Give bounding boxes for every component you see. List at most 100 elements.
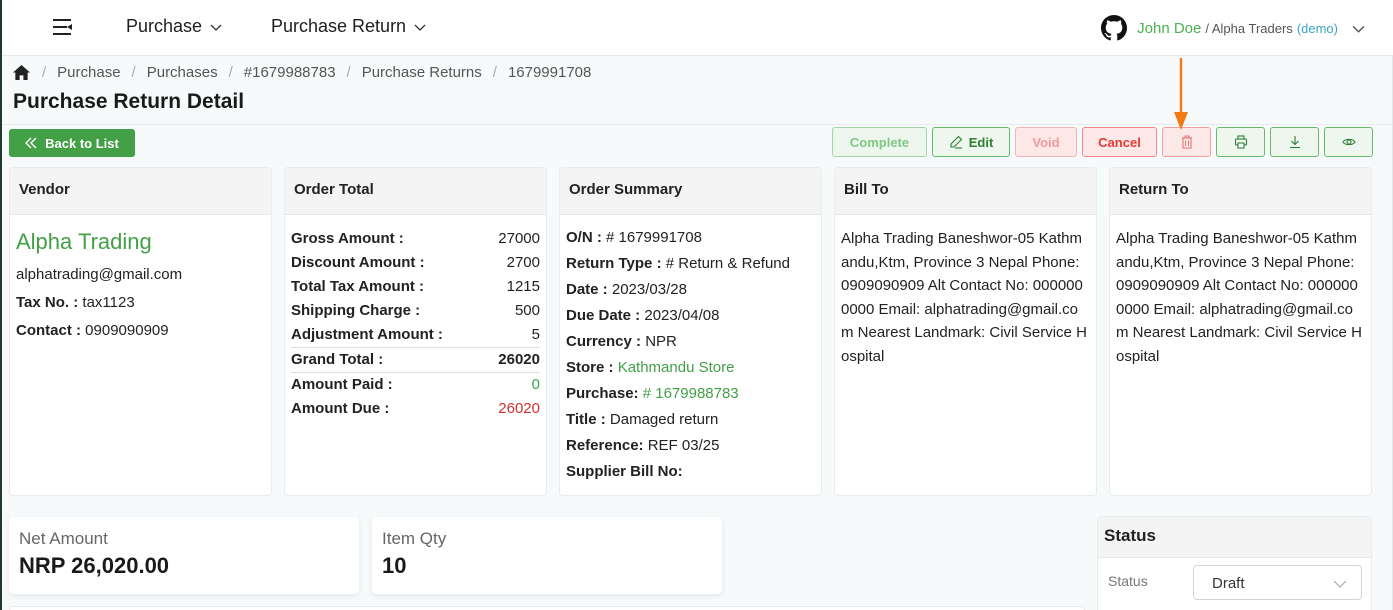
total-label: Amount Paid : — [291, 376, 393, 393]
annotation-arrow-icon — [1174, 58, 1188, 130]
total-value: 26020 — [498, 400, 540, 417]
void-button[interactable]: Void — [1015, 127, 1077, 157]
preview-button[interactable] — [1324, 127, 1373, 157]
total-row-gross: Gross Amount : 27000 — [291, 227, 540, 251]
total-label: Discount Amount : — [291, 254, 425, 271]
summary-supplier-bill: Supplier Bill No: — [566, 463, 683, 480]
status-card-header: Status — [1098, 517, 1371, 558]
total-row-grand: Grand Total : 26020 — [291, 347, 540, 373]
vendor-contact-label: Contact : — [16, 322, 81, 339]
total-row-tax: Total Tax Amount : 1215 — [291, 275, 540, 299]
page-title: Purchase Return Detail — [13, 90, 245, 113]
return-to-address: Alpha Trading Baneshwor-05 Kathmandu,Ktm… — [1116, 230, 1362, 365]
total-row-shipping: Shipping Charge : 500 — [291, 299, 540, 323]
total-label: Shipping Charge : — [291, 302, 421, 319]
purchase-link[interactable]: # 1679988783 — [643, 385, 739, 402]
vendor-contact: Contact : 0909090909 — [16, 317, 265, 345]
nav-purchase-return-label: Purchase Return — [271, 16, 407, 36]
cancel-label: Cancel — [1098, 134, 1141, 150]
total-label: Grand Total : — [291, 351, 384, 368]
download-button[interactable] — [1270, 127, 1319, 157]
summary-date: Date : 2023/03/28 — [566, 281, 687, 298]
user-menu[interactable]: John Doe / Alpha Traders (demo) — [1101, 15, 1365, 41]
vendor-tax: Tax No. : tax1123 — [16, 289, 265, 317]
chevron-down-icon — [1352, 25, 1365, 33]
pencil-icon — [950, 135, 962, 149]
breadcrumb-separator: / — [228, 64, 233, 81]
summary-order-number: O/N : # 1679991708 — [566, 229, 702, 246]
back-to-list-button[interactable]: Back to List — [9, 129, 135, 157]
trash-icon — [1181, 135, 1192, 149]
eye-icon — [1341, 138, 1356, 146]
breadcrumb-purchases[interactable]: Purchases — [147, 64, 218, 81]
breadcrumb-separator: / — [131, 64, 136, 81]
nav-purchase-return-menu[interactable]: Purchase Return — [271, 16, 426, 37]
printer-icon — [1234, 135, 1247, 149]
order-total-card-header: Order Total — [285, 168, 546, 215]
store-link[interactable]: Kathmandu Store — [618, 359, 735, 376]
cancel-button[interactable]: Cancel — [1082, 127, 1157, 157]
void-label: Void — [1032, 134, 1060, 150]
summary-store: Store : Kathmandu Store — [566, 359, 735, 376]
bill-to-card: Bill To Alpha Trading Baneshwor-05 Kathm… — [834, 167, 1097, 496]
summary-title: Title : Damaged return — [566, 411, 719, 428]
status-card: Status Status Draft — [1097, 516, 1372, 610]
item-qty-value: 10 — [382, 553, 407, 578]
breadcrumb-separator: / — [346, 64, 351, 81]
chevron-down-icon — [210, 24, 222, 31]
summary-purchase: Purchase: # 1679988783 — [566, 385, 739, 402]
vendor-email: alphatrading@gmail.com — [16, 266, 183, 283]
edit-button[interactable]: Edit — [932, 127, 1010, 157]
nav-purchase-label: Purchase — [126, 16, 203, 36]
bill-to-card-header: Bill To — [835, 168, 1096, 215]
summary-currency: Currency : NPR — [566, 333, 677, 350]
vendor-name[interactable]: Alpha Trading — [16, 229, 265, 255]
complete-button[interactable]: Complete — [832, 127, 927, 157]
nav-purchase-menu[interactable]: Purchase — [126, 16, 222, 37]
vendor-tax-value: tax1123 — [82, 294, 135, 311]
net-amount-label: Net Amount — [19, 529, 108, 548]
summary-due-date: Due Date : 2023/04/08 — [566, 307, 720, 324]
total-label: Amount Due : — [291, 400, 390, 417]
breadcrumb-separator: / — [492, 64, 497, 81]
double-chevron-left-icon — [25, 137, 37, 149]
github-icon[interactable] — [1101, 15, 1128, 41]
total-label: Adjustment Amount : — [291, 326, 443, 343]
vendor-contact-value: 0909090909 — [85, 322, 169, 339]
order-summary-card-header: Order Summary — [560, 168, 821, 215]
breadcrumb-purchase-returns[interactable]: Purchase Returns — [362, 64, 482, 81]
total-row-due: Amount Due : 26020 — [291, 397, 540, 421]
items-panel — [9, 606, 1085, 610]
total-value: 500 — [514, 302, 540, 319]
order-summary-card: Order Summary O/N : # 1679991708 Return … — [559, 167, 822, 496]
total-value: 1215 — [506, 278, 540, 295]
net-amount-value: NRP 26,020.00 — [19, 553, 170, 578]
home-icon[interactable] — [12, 64, 31, 81]
vendor-card: Vendor Alpha Trading alphatrading@gmail.… — [9, 167, 272, 496]
status-select[interactable]: Draft — [1193, 565, 1362, 600]
action-toolbar: Complete Edit Void Cancel — [832, 127, 1373, 157]
chevron-down-icon — [414, 24, 426, 31]
edit-label: Edit — [968, 134, 994, 150]
user-name: John Doe — [1137, 19, 1202, 37]
order-total-card: Order Total Gross Amount : 27000 Discount… — [284, 167, 547, 496]
print-button[interactable] — [1216, 127, 1265, 157]
return-to-card: Return To Alpha Trading Baneshwor-05 Kat… — [1109, 167, 1372, 496]
menu-collapse-icon[interactable] — [52, 17, 74, 37]
breadcrumb-separator: / — [42, 64, 47, 81]
vendor-card-header: Vendor — [10, 168, 271, 215]
breadcrumb-purchase[interactable]: Purchase — [57, 64, 120, 81]
total-label: Gross Amount : — [291, 230, 404, 247]
breadcrumb-current: 1679991708 — [507, 64, 592, 81]
complete-label: Complete — [849, 134, 910, 150]
bill-to-address: Alpha Trading Baneshwor-05 Kathmandu,Ktm… — [841, 230, 1087, 365]
total-value: 0 — [531, 376, 540, 393]
vendor-tax-label: Tax No. : — [16, 294, 79, 311]
company-name: / Alpha Traders — [1205, 20, 1293, 36]
total-value: 27000 — [498, 230, 540, 247]
breadcrumb-purchase-id[interactable]: #1679988783 — [244, 64, 336, 81]
download-icon — [1289, 136, 1300, 149]
total-value: 5 — [531, 326, 540, 343]
top-navbar: Purchase Purchase Return John Doe / Alph… — [2, 0, 1393, 56]
status-field-label: Status — [1108, 573, 1148, 589]
